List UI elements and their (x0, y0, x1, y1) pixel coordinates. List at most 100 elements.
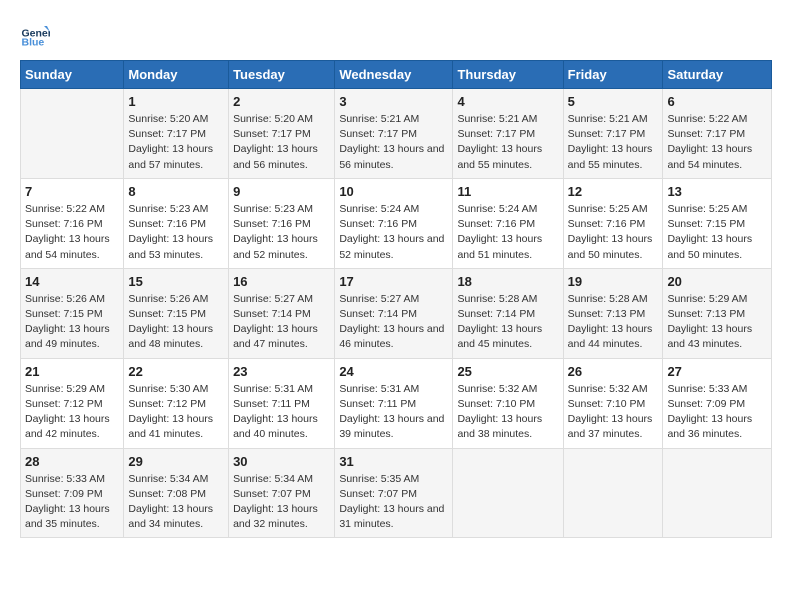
calendar-cell: 15 Sunrise: 5:26 AMSunset: 7:15 PMDayligh… (124, 268, 229, 358)
day-number: 29 (128, 454, 224, 469)
calendar-week-row: 28 Sunrise: 5:33 AMSunset: 7:09 PMDayligh… (21, 448, 772, 538)
day-number: 31 (339, 454, 448, 469)
calendar-cell: 11 Sunrise: 5:24 AMSunset: 7:16 PMDayligh… (453, 178, 563, 268)
calendar-week-row: 14 Sunrise: 5:26 AMSunset: 7:15 PMDayligh… (21, 268, 772, 358)
day-number: 8 (128, 184, 224, 199)
calendar-cell: 21Sunrise: 5:29 AMSunset: 7:12 PMDayligh… (21, 358, 124, 448)
day-info: Sunrise: 5:23 AMSunset: 7:16 PMDaylight:… (128, 202, 224, 263)
calendar-cell: 27 Sunrise: 5:33 AMSunset: 7:09 PMDayligh… (663, 358, 772, 448)
calendar-cell: 18 Sunrise: 5:28 AMSunset: 7:14 PMDayligh… (453, 268, 563, 358)
calendar-cell: 5Sunrise: 5:21 AMSunset: 7:17 PMDaylight… (563, 89, 663, 179)
day-number: 22 (128, 364, 224, 379)
calendar-cell: 20 Sunrise: 5:29 AMSunset: 7:13 PMDayligh… (663, 268, 772, 358)
calendar-cell: 24Sunrise: 5:31 AMSunset: 7:11 PMDayligh… (335, 358, 453, 448)
weekday-header: Monday (124, 61, 229, 89)
day-number: 30 (233, 454, 330, 469)
day-number: 23 (233, 364, 330, 379)
calendar-week-row: 7 Sunrise: 5:22 AMSunset: 7:16 PMDaylight… (21, 178, 772, 268)
day-info: Sunrise: 5:24 AMSunset: 7:16 PMDaylight:… (457, 202, 558, 263)
calendar-cell: 16 Sunrise: 5:27 AMSunset: 7:14 PMDayligh… (229, 268, 335, 358)
day-info: Sunrise: 5:27 AMSunset: 7:14 PMDaylight:… (339, 292, 448, 353)
logo: General Blue (20, 20, 30, 50)
calendar-cell: 30 Sunrise: 5:34 AMSunset: 7:07 PMDayligh… (229, 448, 335, 538)
day-number: 9 (233, 184, 330, 199)
weekday-header: Saturday (663, 61, 772, 89)
calendar-cell: 31 Sunrise: 5:35 AMSunset: 7:07 PMDayligh… (335, 448, 453, 538)
calendar-cell: 22Sunrise: 5:30 AMSunset: 7:12 PMDayligh… (124, 358, 229, 448)
weekday-header: Wednesday (335, 61, 453, 89)
calendar-cell: 8 Sunrise: 5:23 AMSunset: 7:16 PMDaylight… (124, 178, 229, 268)
day-info: Sunrise: 5:35 AMSunset: 7:07 PMDaylight:… (339, 472, 448, 533)
calendar-cell: 28 Sunrise: 5:33 AMSunset: 7:09 PMDayligh… (21, 448, 124, 538)
day-number: 4 (457, 94, 558, 109)
day-number: 16 (233, 274, 330, 289)
day-info: Sunrise: 5:27 AMSunset: 7:14 PMDaylight:… (233, 292, 330, 353)
day-info: Sunrise: 5:22 AMSunset: 7:17 PMDaylight:… (667, 112, 767, 173)
day-number: 2 (233, 94, 330, 109)
day-info: Sunrise: 5:20 AMSunset: 7:17 PMDaylight:… (233, 112, 330, 173)
calendar-cell: 3 Sunrise: 5:21 AMSunset: 7:17 PMDaylight… (335, 89, 453, 179)
page-header: General Blue (20, 20, 772, 50)
calendar-cell (21, 89, 124, 179)
day-info: Sunrise: 5:21 AMSunset: 7:17 PMDaylight:… (457, 112, 558, 173)
day-info: Sunrise: 5:29 AMSunset: 7:13 PMDaylight:… (667, 292, 767, 353)
day-info: Sunrise: 5:22 AMSunset: 7:16 PMDaylight:… (25, 202, 119, 263)
weekday-header: Sunday (21, 61, 124, 89)
day-info: Sunrise: 5:28 AMSunset: 7:14 PMDaylight:… (457, 292, 558, 353)
calendar-cell: 17Sunrise: 5:27 AMSunset: 7:14 PMDayligh… (335, 268, 453, 358)
day-number: 3 (339, 94, 448, 109)
weekday-header: Friday (563, 61, 663, 89)
day-info: Sunrise: 5:32 AMSunset: 7:10 PMDaylight:… (457, 382, 558, 443)
day-number: 1 (128, 94, 224, 109)
weekday-header-row: SundayMondayTuesdayWednesdayThursdayFrid… (21, 61, 772, 89)
calendar-cell: 4 Sunrise: 5:21 AMSunset: 7:17 PMDaylight… (453, 89, 563, 179)
calendar-cell: 6 Sunrise: 5:22 AMSunset: 7:17 PMDaylight… (663, 89, 772, 179)
calendar-cell: 25 Sunrise: 5:32 AMSunset: 7:10 PMDayligh… (453, 358, 563, 448)
day-info: Sunrise: 5:28 AMSunset: 7:13 PMDaylight:… (568, 292, 659, 353)
calendar-table: SundayMondayTuesdayWednesdayThursdayFrid… (20, 60, 772, 538)
calendar-cell: 12 Sunrise: 5:25 AMSunset: 7:16 PMDayligh… (563, 178, 663, 268)
calendar-cell: 14Sunrise: 5:26 AMSunset: 7:15 PMDayligh… (21, 268, 124, 358)
day-number: 24 (339, 364, 448, 379)
day-info: Sunrise: 5:26 AMSunset: 7:15 PMDaylight:… (128, 292, 224, 353)
day-info: Sunrise: 5:20 AMSunset: 7:17 PMDaylight:… (128, 112, 224, 173)
calendar-cell: 10Sunrise: 5:24 AMSunset: 7:16 PMDayligh… (335, 178, 453, 268)
day-info: Sunrise: 5:23 AMSunset: 7:16 PMDaylight:… (233, 202, 330, 263)
calendar-week-row: 1 Sunrise: 5:20 AMSunset: 7:17 PMDaylight… (21, 89, 772, 179)
day-number: 11 (457, 184, 558, 199)
calendar-cell (663, 448, 772, 538)
calendar-week-row: 21Sunrise: 5:29 AMSunset: 7:12 PMDayligh… (21, 358, 772, 448)
day-number: 14 (25, 274, 119, 289)
calendar-cell (453, 448, 563, 538)
day-number: 7 (25, 184, 119, 199)
day-number: 25 (457, 364, 558, 379)
day-number: 27 (667, 364, 767, 379)
day-info: Sunrise: 5:25 AMSunset: 7:16 PMDaylight:… (568, 202, 659, 263)
day-info: Sunrise: 5:33 AMSunset: 7:09 PMDaylight:… (667, 382, 767, 443)
day-number: 19 (568, 274, 659, 289)
calendar-cell: 29Sunrise: 5:34 AMSunset: 7:08 PMDayligh… (124, 448, 229, 538)
day-number: 12 (568, 184, 659, 199)
day-number: 21 (25, 364, 119, 379)
day-info: Sunrise: 5:34 AMSunset: 7:07 PMDaylight:… (233, 472, 330, 533)
calendar-cell (563, 448, 663, 538)
calendar-cell: 1 Sunrise: 5:20 AMSunset: 7:17 PMDaylight… (124, 89, 229, 179)
weekday-header: Thursday (453, 61, 563, 89)
day-info: Sunrise: 5:31 AMSunset: 7:11 PMDaylight:… (233, 382, 330, 443)
calendar-cell: 7 Sunrise: 5:22 AMSunset: 7:16 PMDaylight… (21, 178, 124, 268)
weekday-header: Tuesday (229, 61, 335, 89)
day-number: 28 (25, 454, 119, 469)
day-number: 6 (667, 94, 767, 109)
calendar-cell: 2 Sunrise: 5:20 AMSunset: 7:17 PMDaylight… (229, 89, 335, 179)
calendar-cell: 19 Sunrise: 5:28 AMSunset: 7:13 PMDayligh… (563, 268, 663, 358)
day-number: 20 (667, 274, 767, 289)
svg-text:Blue: Blue (22, 37, 45, 49)
day-number: 18 (457, 274, 558, 289)
day-info: Sunrise: 5:33 AMSunset: 7:09 PMDaylight:… (25, 472, 119, 533)
day-info: Sunrise: 5:25 AMSunset: 7:15 PMDaylight:… (667, 202, 767, 263)
day-number: 26 (568, 364, 659, 379)
day-info: Sunrise: 5:21 AMSunset: 7:17 PMDaylight:… (339, 112, 448, 173)
calendar-cell: 23 Sunrise: 5:31 AMSunset: 7:11 PMDayligh… (229, 358, 335, 448)
logo-icon: General Blue (20, 20, 50, 50)
day-number: 15 (128, 274, 224, 289)
